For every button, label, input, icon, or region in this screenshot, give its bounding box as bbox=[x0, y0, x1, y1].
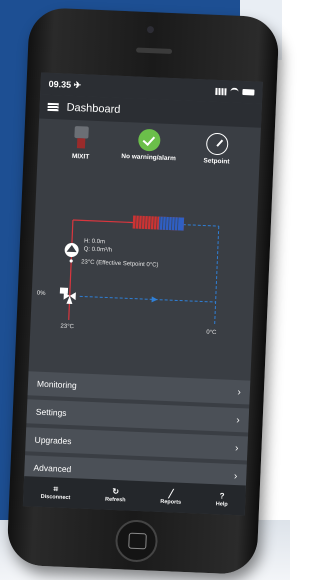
pump-flow-value: Q: 0.0m³/h bbox=[83, 246, 113, 254]
valve-opening: 0% bbox=[36, 290, 46, 297]
supply-temperature: 23°C bbox=[60, 323, 74, 331]
tab-refresh[interactable]: ↻ Refresh bbox=[105, 487, 126, 504]
chevron-right-icon: › bbox=[234, 442, 239, 454]
menu-item-upgrades[interactable]: Upgrades › bbox=[25, 427, 248, 461]
return-arrow bbox=[151, 296, 158, 303]
status-label: MIXIT bbox=[71, 152, 90, 161]
tab-help[interactable]: ? Help bbox=[216, 491, 229, 507]
status-icons bbox=[215, 87, 255, 97]
chevron-right-icon: › bbox=[236, 414, 240, 426]
pump-head-value: H: 0.0m bbox=[83, 238, 106, 246]
status-item-alarm[interactable]: No warning/alarm bbox=[115, 126, 182, 163]
temp-sensor bbox=[69, 259, 73, 263]
tab-label: Help bbox=[215, 501, 228, 508]
status-item-mixit[interactable]: MIXIT bbox=[47, 123, 114, 162]
tab-label: Disconnect bbox=[40, 493, 71, 502]
tab-disconnect[interactable]: ⌗ Disconnect bbox=[41, 484, 71, 501]
menu-item-monitoring[interactable]: Monitoring › bbox=[27, 371, 251, 405]
return-line-bottom bbox=[79, 295, 216, 303]
wifi-icon bbox=[230, 87, 239, 96]
return-line-vertical bbox=[214, 226, 220, 325]
return-line-top bbox=[182, 224, 219, 227]
page-title: Dashboard bbox=[66, 101, 121, 116]
mixit-device-icon bbox=[70, 124, 93, 151]
menu-item-label: Advanced bbox=[33, 462, 72, 475]
hamburger-menu-icon[interactable] bbox=[47, 102, 59, 112]
app-screen: 09.35 ✈ Dashboard MIXIT No warning/alarm bbox=[22, 72, 263, 516]
menu-item-label: Monitoring bbox=[36, 378, 77, 391]
supply-line-top bbox=[72, 219, 135, 224]
battery-icon bbox=[242, 88, 255, 96]
refresh-icon: ↻ bbox=[112, 486, 120, 497]
menu-item-label: Upgrades bbox=[34, 434, 72, 447]
help-icon: ? bbox=[219, 491, 225, 501]
signal-icon bbox=[215, 87, 227, 95]
chevron-right-icon: › bbox=[233, 470, 238, 482]
status-label: Setpoint bbox=[203, 157, 230, 166]
status-item-setpoint[interactable]: Setpoint bbox=[183, 129, 250, 167]
chevron-right-icon: › bbox=[237, 386, 242, 398]
earpiece-speaker bbox=[135, 47, 173, 55]
check-circle-icon bbox=[137, 128, 161, 152]
status-summary: MIXIT No warning/alarm Setpoint bbox=[37, 118, 261, 187]
supply-line-vertical bbox=[68, 219, 74, 320]
tab-label: Reports bbox=[160, 498, 182, 506]
front-camera bbox=[146, 25, 155, 34]
gauge-icon bbox=[205, 132, 229, 156]
menu-item-settings[interactable]: Settings › bbox=[26, 399, 250, 433]
reports-icon: ╱ bbox=[168, 489, 174, 499]
status-label: No warning/alarm bbox=[121, 152, 176, 163]
tab-label: Refresh bbox=[104, 496, 126, 504]
status-time: 09.35 ✈ bbox=[48, 78, 82, 90]
system-diagram: H: 0.0m Q: 0.0m³/h 23°C (Effective Setpo… bbox=[30, 178, 259, 353]
disconnect-icon: ⌗ bbox=[53, 484, 59, 494]
return-temperature: 0°C bbox=[206, 329, 217, 337]
phone-device: 09.35 ✈ Dashboard MIXIT No warning/alarm bbox=[6, 7, 280, 575]
home-button[interactable] bbox=[114, 519, 159, 563]
tab-reports[interactable]: ╱ Reports bbox=[160, 489, 181, 506]
menu-item-label: Settings bbox=[35, 406, 67, 418]
dashboard-menu: Monitoring › Settings › Upgrades › Advan… bbox=[24, 371, 251, 492]
